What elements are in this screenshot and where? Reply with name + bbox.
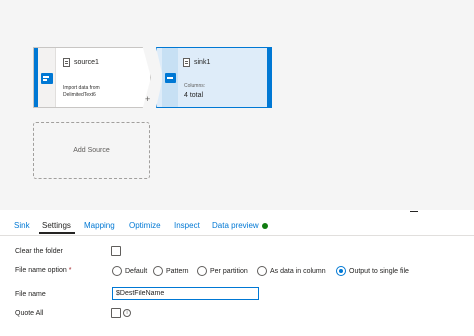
radio-output-to-single-file-circle[interactable] xyxy=(336,266,346,276)
radio-per-partition-circle[interactable] xyxy=(197,266,207,276)
radio-as-data-in-column[interactable]: As data in column xyxy=(257,265,326,277)
radio-per-partition-label: Per partition xyxy=(210,267,248,275)
tab-data-preview[interactable]: Data preview xyxy=(212,221,259,230)
clear-folder-checkbox[interactable] xyxy=(111,246,121,256)
dataflow-canvas[interactable]: source1 Import data from DelimitedText6 … xyxy=(0,0,474,210)
sink-doc-icon xyxy=(183,58,190,67)
file-name-option-label: File name option * xyxy=(15,267,72,274)
add-source-button[interactable]: Add Source xyxy=(33,122,150,179)
data-preview-status-dot xyxy=(262,223,268,229)
tab-sink[interactable]: Sink xyxy=(14,221,30,230)
radio-pattern[interactable]: Pattern xyxy=(153,265,189,277)
radio-as-data-in-column-label: As data in column xyxy=(270,267,326,275)
sink-node-accent-bar xyxy=(267,47,272,108)
source-node[interactable]: source1 Import data from DelimitedText6 xyxy=(33,47,151,108)
tab-settings[interactable]: Settings xyxy=(42,221,71,230)
required-marker: * xyxy=(68,267,72,274)
active-tab-indicator xyxy=(39,232,75,234)
radio-default-circle[interactable] xyxy=(112,266,122,276)
quote-all-checkbox[interactable] xyxy=(111,308,121,318)
clear-folder-label: Clear the folder xyxy=(15,248,63,255)
file-name-label: File name xyxy=(15,291,46,298)
source-type-icon xyxy=(41,73,53,84)
radio-as-data-in-column-circle[interactable] xyxy=(257,266,267,276)
radio-output-to-single-file[interactable]: Output to single file xyxy=(336,265,409,277)
quote-all-label: Quote All xyxy=(15,310,44,317)
info-icon[interactable]: i xyxy=(123,309,131,317)
sink-columns-value: 4 total xyxy=(184,92,204,99)
tab-mapping[interactable]: Mapping xyxy=(84,221,115,230)
source-node-subtitle-1: Import data from xyxy=(63,85,100,91)
source-node-subtitle-2: DelimitedText6 xyxy=(63,92,96,98)
tab-inspect[interactable]: Inspect xyxy=(174,221,200,230)
source-node-title: source1 xyxy=(74,59,99,66)
radio-pattern-circle[interactable] xyxy=(153,266,163,276)
radio-per-partition[interactable]: Per partition xyxy=(197,265,248,277)
add-transformation-button[interactable]: + xyxy=(145,95,150,104)
radio-pattern-label: Pattern xyxy=(166,267,189,275)
sink-node-title: sink1 xyxy=(194,59,211,66)
file-name-input[interactable] xyxy=(112,287,259,300)
file-name-option-text: File name option xyxy=(15,267,67,274)
sink-type-icon xyxy=(165,73,176,83)
tab-optimize[interactable]: Optimize xyxy=(129,221,161,230)
sink-columns-label: Columns: xyxy=(184,83,206,89)
radio-default-label: Default xyxy=(125,267,148,275)
dataset-doc-icon xyxy=(63,58,70,67)
radio-default[interactable]: Default xyxy=(112,265,147,277)
radio-output-to-single-file-label: Output to single file xyxy=(349,267,409,275)
sink-node[interactable]: sink1 Columns: 4 total xyxy=(156,47,272,108)
